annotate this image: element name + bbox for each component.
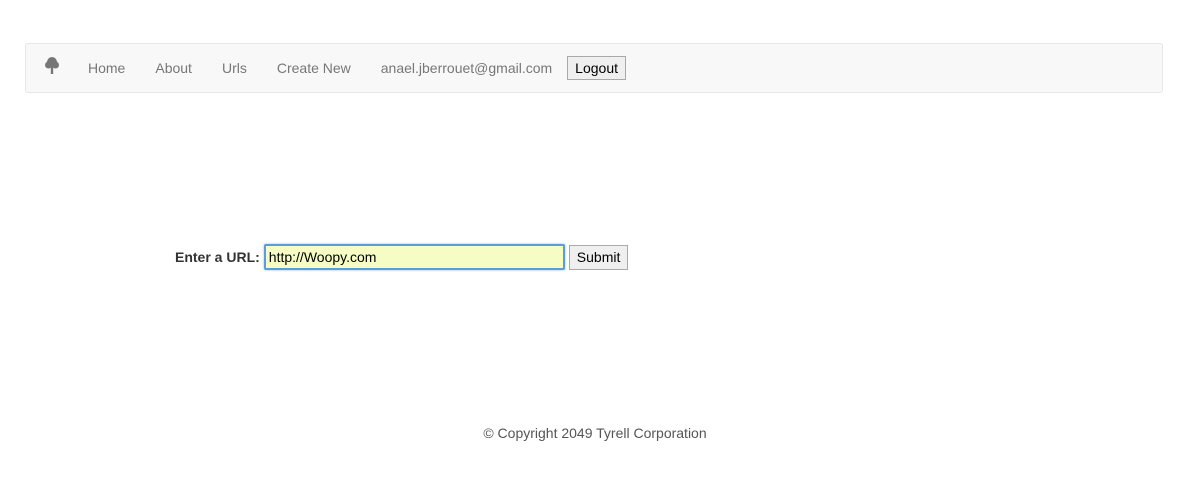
logout-button[interactable]: Logout bbox=[567, 56, 626, 80]
footer-copyright: © Copyright 2049 Tyrell Corporation bbox=[483, 425, 707, 441]
nav-about-link[interactable]: About bbox=[155, 60, 192, 76]
url-input[interactable] bbox=[263, 244, 565, 270]
navbar: Home About Urls Create New anael.jberrou… bbox=[25, 43, 1163, 93]
nav-create-new-link[interactable]: Create New bbox=[277, 60, 351, 76]
nav-home-link[interactable]: Home bbox=[88, 60, 125, 76]
url-form: Enter a URL: Submit bbox=[175, 244, 629, 270]
user-email: anael.jberrouet@gmail.com bbox=[380, 60, 553, 76]
submit-button[interactable]: Submit bbox=[568, 244, 629, 270]
brand-link[interactable] bbox=[26, 43, 78, 93]
nav-urls-link[interactable]: Urls bbox=[222, 60, 247, 76]
tree-icon bbox=[44, 56, 60, 81]
url-label: Enter a URL: bbox=[175, 249, 260, 265]
